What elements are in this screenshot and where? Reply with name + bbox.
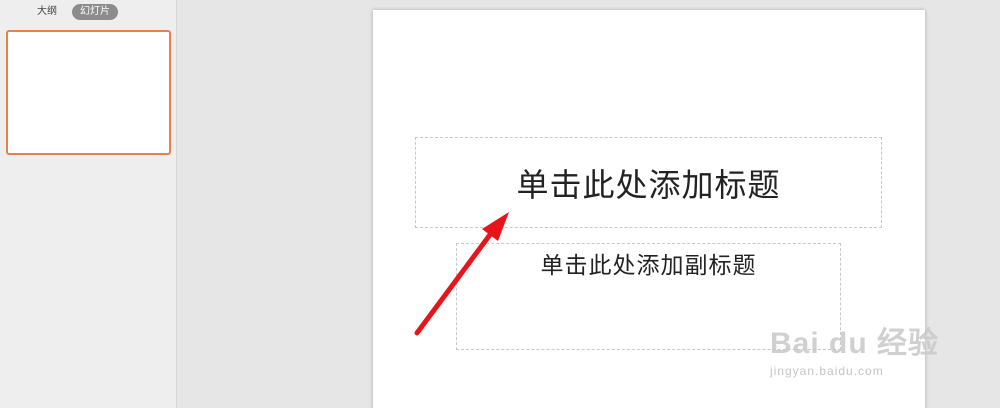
presentation-app: 大纲 幻灯片 单击此处添加标题 单击此处添加副标题 Bai du 经验 jing… (0, 0, 1000, 408)
slides-panel: 大纲 幻灯片 (0, 0, 177, 408)
panel-tabs: 大纲 幻灯片 (0, 3, 176, 21)
title-placeholder-text: 单击此处添加标题 (516, 165, 781, 204)
subtitle-placeholder[interactable]: 单击此处添加副标题 (456, 243, 841, 350)
slide-workspace: 单击此处添加标题 单击此处添加副标题 (177, 0, 1000, 408)
slide-thumbnail[interactable] (6, 30, 171, 155)
title-placeholder[interactable]: 单击此处添加标题 (415, 137, 882, 228)
tab-outline[interactable]: 大纲 (37, 5, 57, 19)
slide-canvas: 单击此处添加标题 单击此处添加副标题 (373, 10, 925, 408)
subtitle-placeholder-text: 单击此处添加副标题 (540, 253, 757, 279)
tab-slides[interactable]: 幻灯片 (72, 4, 118, 20)
